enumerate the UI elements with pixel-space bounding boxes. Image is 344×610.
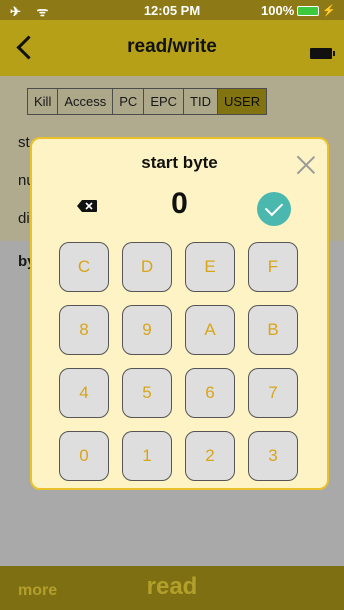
battery-icon	[297, 5, 320, 16]
confirm-check-icon[interactable]	[257, 192, 291, 226]
hex-keypad-dialog: start byte 0 C D E F 8 9 A B 4 5 6 7 0 1…	[30, 137, 329, 490]
battery-status: 100% ⚡	[261, 3, 336, 18]
key-b[interactable]: B	[248, 305, 298, 355]
key-c[interactable]: C	[59, 242, 109, 292]
key-6[interactable]: 6	[185, 368, 235, 418]
read-button[interactable]: read	[0, 573, 344, 601]
key-f[interactable]: F	[248, 242, 298, 292]
key-2[interactable]: 2	[185, 431, 235, 481]
key-0[interactable]: 0	[59, 431, 109, 481]
status-bar: ✈ ᯤ 12:05 PM 100% ⚡	[0, 0, 344, 20]
nav-bar: read/write	[0, 20, 344, 76]
key-5[interactable]: 5	[122, 368, 172, 418]
key-d[interactable]: D	[122, 242, 172, 292]
hex-keypad: C D E F 8 9 A B 4 5 6 7 0 1 2 3	[59, 242, 298, 481]
key-9[interactable]: 9	[122, 305, 172, 355]
key-7[interactable]: 7	[248, 368, 298, 418]
key-e[interactable]: E	[185, 242, 235, 292]
page-title: read/write	[127, 36, 217, 57]
key-4[interactable]: 4	[59, 368, 109, 418]
battery-percent: 100%	[261, 3, 295, 18]
close-icon[interactable]	[295, 153, 317, 175]
charging-bolt-icon: ⚡	[322, 5, 336, 17]
key-3[interactable]: 3	[248, 431, 298, 481]
bottom-bar: more read	[0, 566, 344, 610]
dialog-title: start byte	[141, 153, 218, 172]
key-a[interactable]: A	[185, 305, 235, 355]
key-1[interactable]: 1	[122, 431, 172, 481]
key-8[interactable]: 8	[59, 305, 109, 355]
battery-icon[interactable]	[310, 48, 335, 59]
